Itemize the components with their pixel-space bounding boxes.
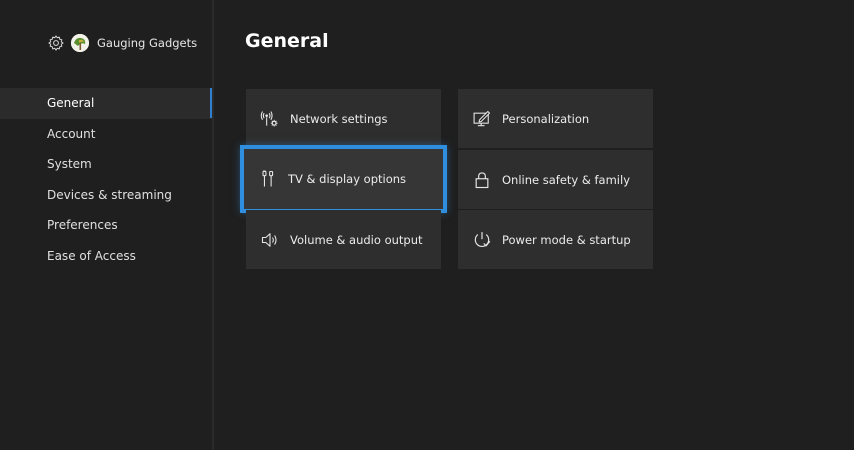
tile-online-safety-family[interactable]: Online safety & family	[458, 150, 653, 209]
gamertag: Gauging Gadgets	[97, 36, 198, 50]
profile-header[interactable]: Gauging Gadgets	[47, 32, 197, 54]
tv-display-icon	[258, 169, 278, 189]
sidebar: Gauging Gadgets General Account System D…	[0, 0, 213, 450]
sidebar-item-account[interactable]: Account	[0, 119, 213, 150]
avatar	[71, 34, 89, 52]
tile-label: Network settings	[290, 111, 388, 126]
lock-icon	[472, 170, 492, 190]
tile-tv-display-options[interactable]: TV & display options	[240, 145, 447, 213]
tile-volume-audio-output[interactable]: Volume & audio output	[246, 210, 441, 269]
network-icon	[260, 109, 280, 129]
tile-label: Personalization	[502, 111, 590, 126]
personalization-icon	[472, 109, 492, 129]
tile-label: Online safety & family	[502, 172, 630, 187]
speaker-icon	[260, 230, 280, 250]
sidebar-item-preferences[interactable]: Preferences	[0, 210, 213, 241]
tile-network-settings[interactable]: Network settings	[246, 89, 441, 148]
page-title: General	[245, 30, 329, 52]
sidebar-item-system[interactable]: System	[0, 149, 213, 180]
tile-label: Volume & audio output	[290, 232, 423, 247]
tile-label: Power mode & startup	[502, 232, 631, 247]
sidebar-item-ease-of-access[interactable]: Ease of Access	[0, 241, 213, 272]
sidebar-divider	[212, 0, 214, 450]
sidebar-item-general[interactable]: General	[0, 88, 213, 119]
tile-power-mode-startup[interactable]: Power mode & startup	[458, 210, 653, 269]
gear-icon	[47, 34, 65, 52]
sidebar-item-devices-streaming[interactable]: Devices & streaming	[0, 180, 213, 211]
tile-personalization[interactable]: Personalization	[458, 89, 653, 148]
settings-screen: Gauging Gadgets General Account System D…	[0, 0, 854, 450]
sidebar-nav: General Account System Devices & streami…	[0, 88, 213, 271]
power-icon	[472, 230, 492, 250]
tile-label: TV & display options	[288, 172, 407, 186]
